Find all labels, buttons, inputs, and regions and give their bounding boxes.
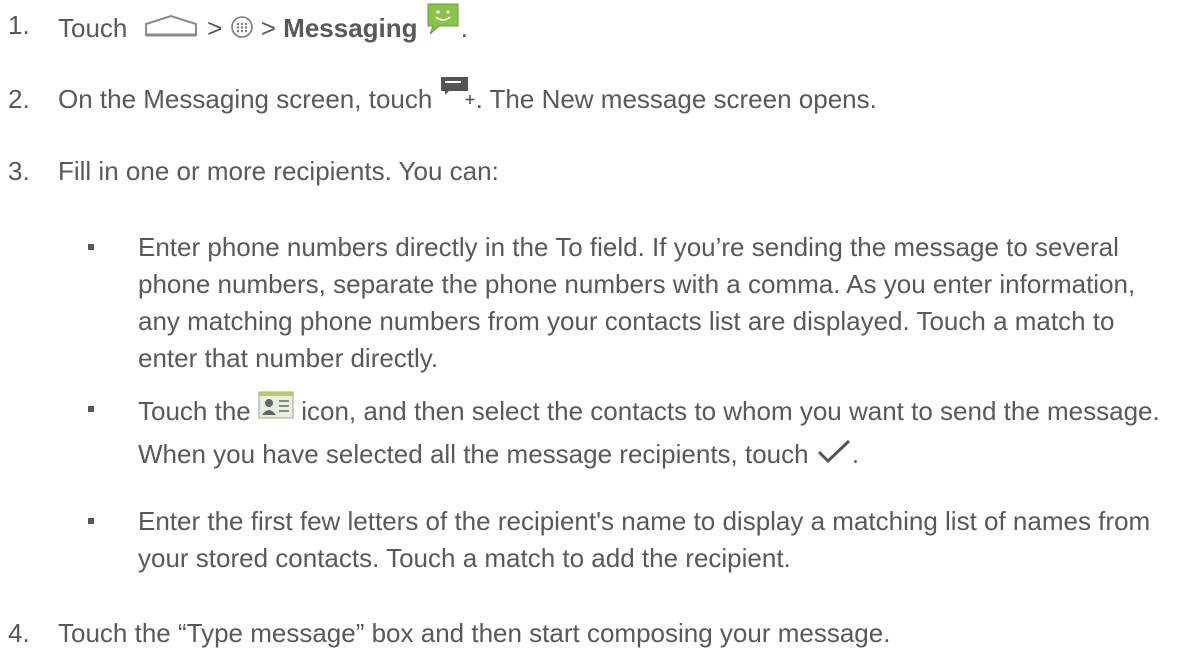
home-icon — [142, 12, 200, 49]
step-number: 3. — [8, 156, 30, 186]
step-number: 1. — [8, 10, 30, 40]
compose-message-icon — [440, 75, 476, 115]
apps-icon — [230, 12, 254, 49]
contacts-picker-icon — [258, 390, 294, 431]
bullet-text: Enter phone numbers directly in the To f… — [138, 232, 1136, 373]
step-number: 2. — [8, 84, 30, 114]
checkmark-icon — [816, 435, 852, 476]
bullet-marker — [88, 518, 94, 524]
bullet-marker — [88, 244, 94, 250]
step-text: Touch the “Type message” box and then st… — [58, 618, 891, 648]
bullet-text: Touch the icon, and then select the cont… — [138, 391, 1168, 476]
messaging-app-label: Messaging — [283, 12, 418, 43]
messaging-app-icon — [425, 1, 461, 47]
bullet-text: Enter the first few letters of the recip… — [138, 506, 1151, 573]
bullet-marker — [88, 406, 94, 412]
step-number: 4. — [8, 618, 30, 648]
step-text: Touch > > Messaging . — [58, 3, 1178, 53]
step-text: On the Messaging screen, touch . The New… — [58, 77, 1178, 121]
step-text: Fill in one or more recipients. You can: — [58, 156, 499, 186]
